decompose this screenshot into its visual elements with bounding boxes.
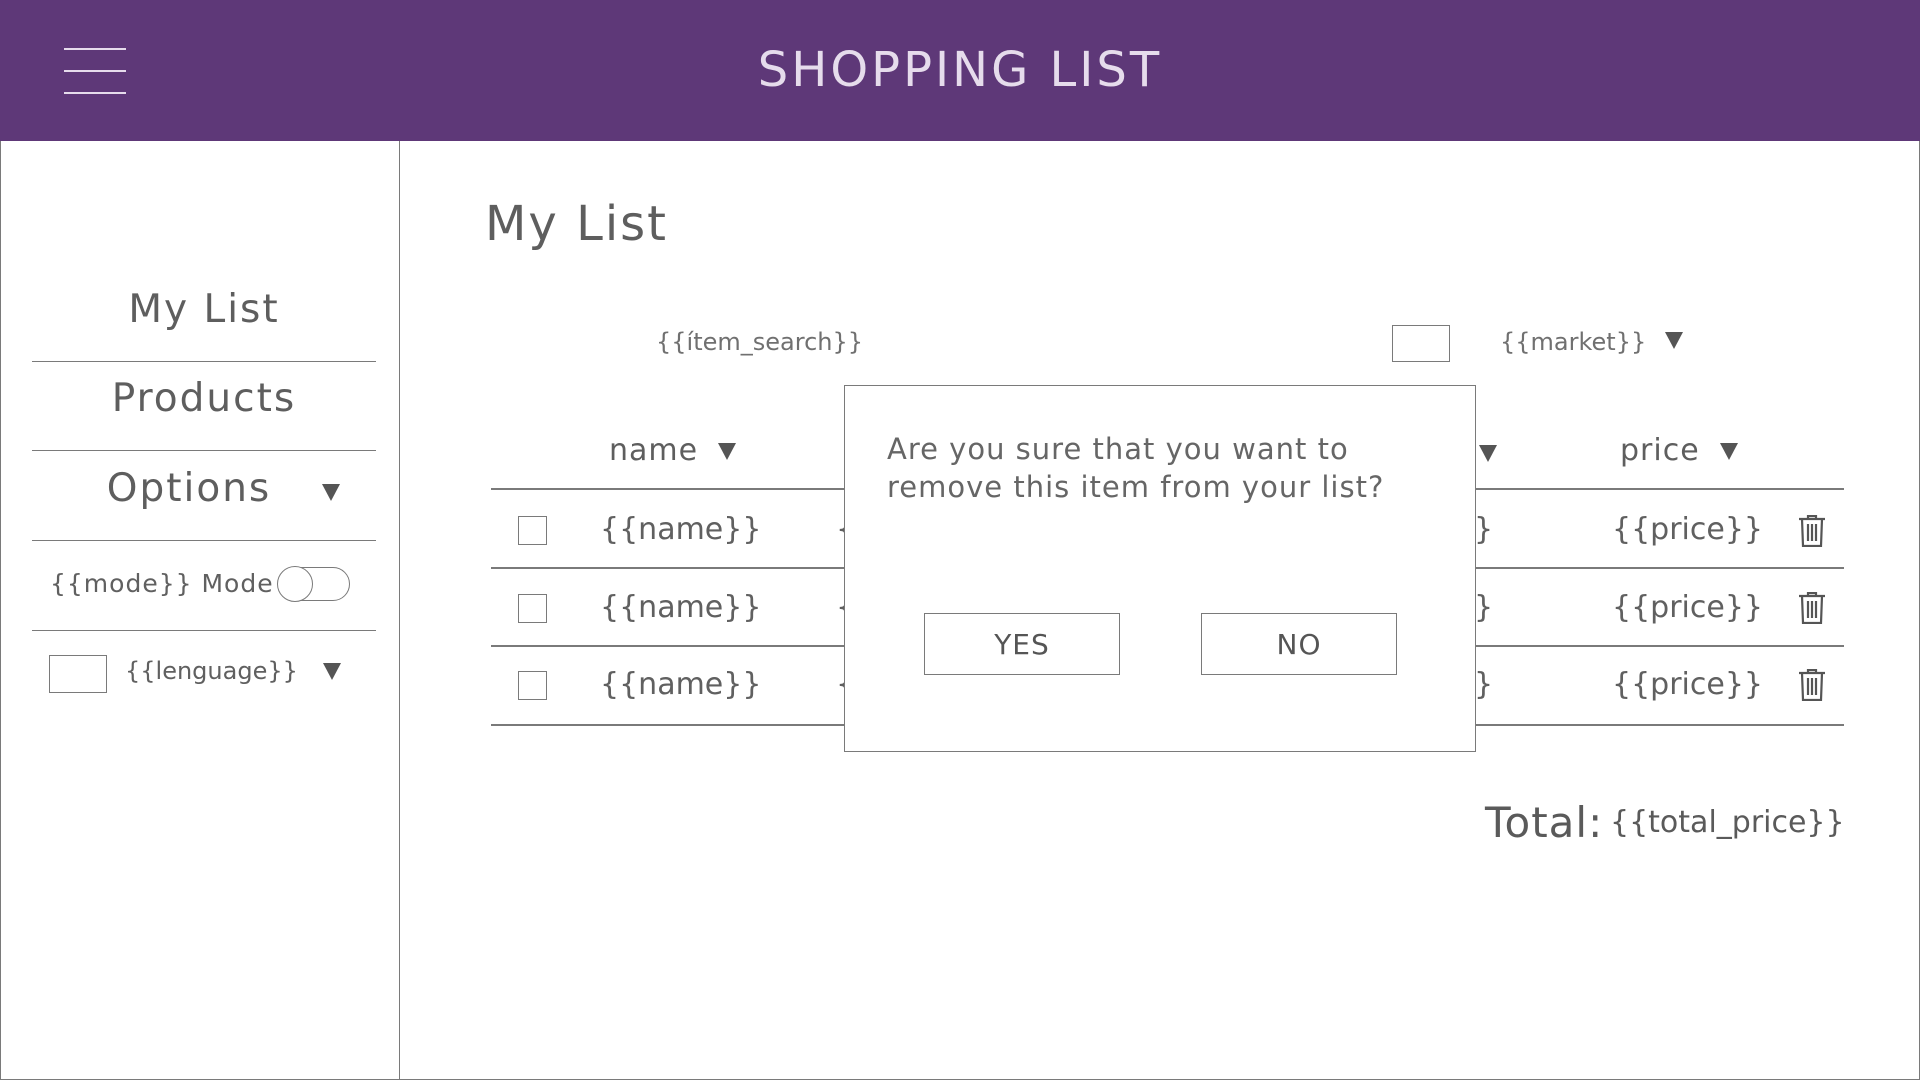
row-name: {{name}} (600, 667, 762, 702)
row-checkbox[interactable] (518, 516, 547, 545)
language-label: {{lenguage}} (125, 657, 298, 685)
row-checkbox[interactable] (518, 671, 547, 700)
column-header-label: price (1620, 433, 1700, 468)
row-price: {{price}} (1612, 667, 1764, 702)
row-cell-fragment: } (1474, 590, 1494, 625)
toggle-knob (277, 566, 313, 602)
sidebar-item-label: Options (106, 466, 272, 511)
dialog-message: Are you sure that you want to remove thi… (887, 432, 1385, 504)
row-checkbox[interactable] (518, 594, 547, 623)
row-name: {{name}} (600, 512, 762, 547)
row-name: {{name}} (600, 590, 762, 625)
mode-setting: {{mode}} Mode (32, 541, 376, 631)
market-label: {{market}} (1500, 328, 1647, 356)
item-search-input[interactable]: {{ítem_search}} (656, 328, 863, 356)
app-header: SHOPPING LIST (0, 0, 1920, 141)
sidebar-item-options[interactable]: Options (32, 466, 376, 541)
sort-down-icon (1719, 443, 1738, 460)
chevron-down-icon[interactable] (322, 484, 340, 501)
page-title: My List (485, 196, 668, 252)
market-checkbox[interactable] (1392, 325, 1450, 362)
trash-icon[interactable] (1798, 592, 1826, 624)
row-price: {{price}} (1612, 512, 1764, 547)
mode-label: {{mode}} Mode (50, 569, 274, 598)
market-dropdown-icon[interactable] (1665, 332, 1683, 349)
sidebar-item-my-list[interactable]: My List (32, 287, 376, 362)
app-title: SHOPPING LIST (757, 42, 1163, 98)
trash-icon[interactable] (1798, 515, 1826, 547)
mode-toggle[interactable] (277, 566, 350, 602)
sidebar-item-label: Products (111, 376, 297, 421)
sort-down-icon[interactable] (1479, 445, 1497, 462)
trash-icon[interactable] (1798, 669, 1826, 701)
total-value: {{total_price}} (1610, 805, 1845, 840)
total-label: Total: (1485, 798, 1604, 847)
row-price: {{price}} (1612, 590, 1764, 625)
sidebar: My List Products Options {{mode}} Mode {… (0, 141, 400, 1080)
no-button[interactable]: NO (1201, 613, 1397, 675)
row-cell-fragment: } (1474, 512, 1494, 547)
yes-button[interactable]: YES (924, 613, 1120, 675)
sidebar-item-products[interactable]: Products (32, 376, 376, 451)
row-cell-fragment: } (1474, 667, 1494, 702)
sort-down-icon (718, 443, 737, 460)
language-checkbox[interactable] (49, 655, 107, 693)
language-dropdown-icon[interactable] (323, 663, 341, 680)
column-header-label: name (609, 433, 699, 468)
column-header-name[interactable]: name (609, 433, 737, 468)
confirm-remove-dialog: Are you sure that you want to remove thi… (844, 385, 1476, 752)
column-header-price[interactable]: price (1620, 433, 1738, 468)
sidebar-item-label: My List (128, 287, 280, 332)
